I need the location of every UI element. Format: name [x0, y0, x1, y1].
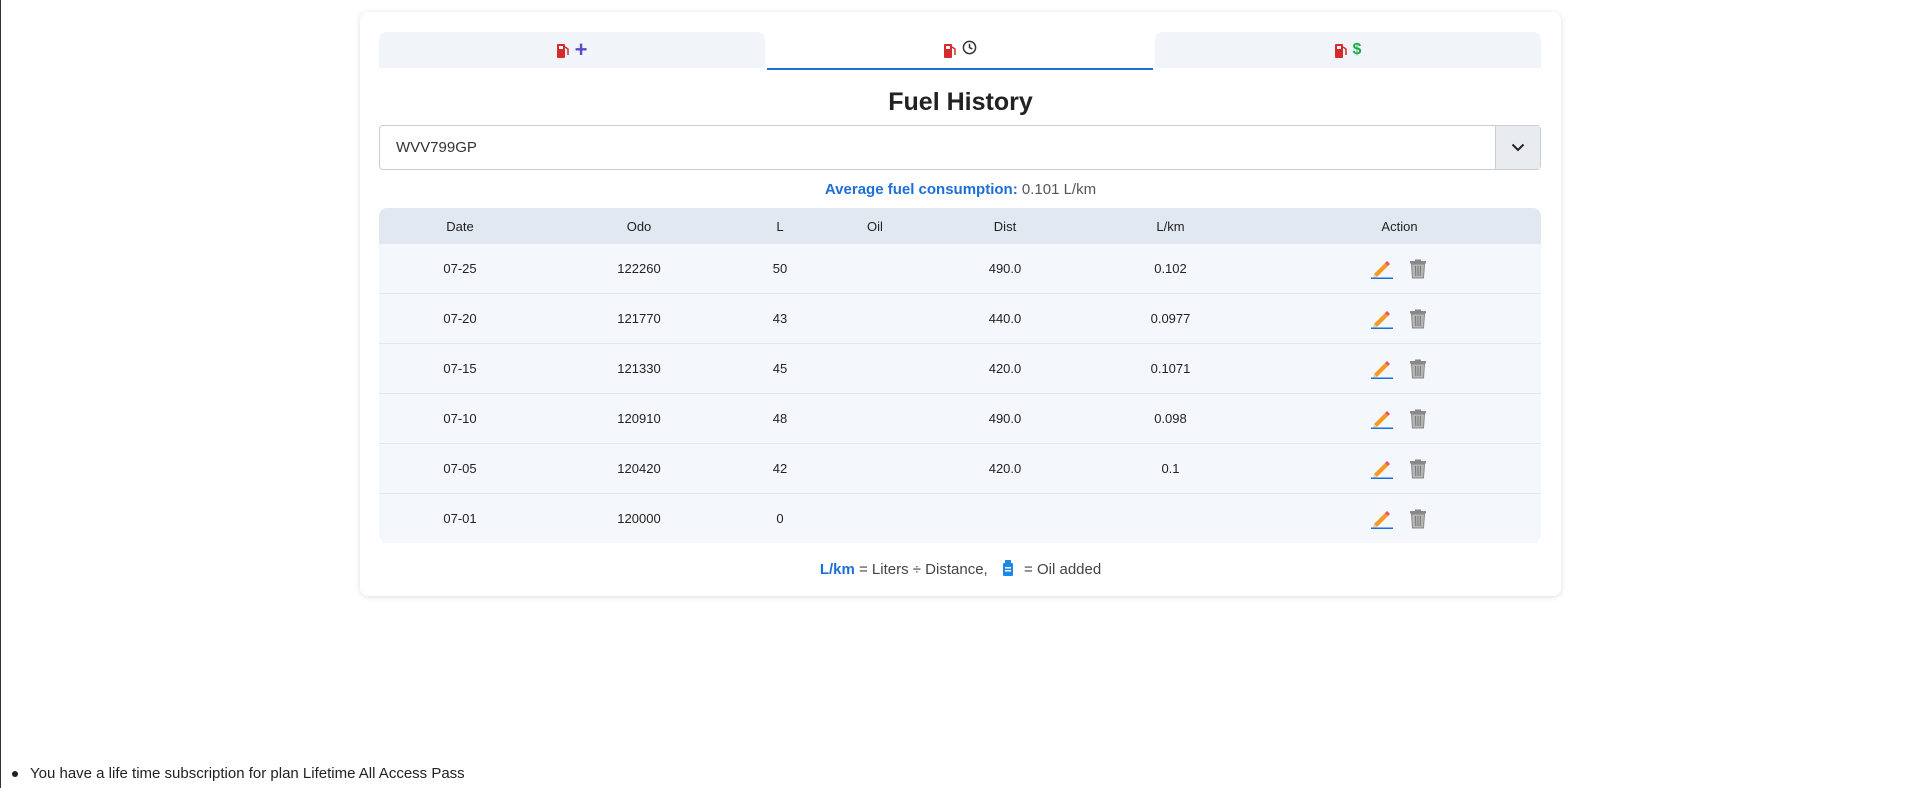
- fuel-pump-icon: [1334, 43, 1347, 58]
- left-border: [0, 0, 1, 788]
- cell-liters: 42: [772, 461, 788, 476]
- average-label: Average fuel consumption:: [824, 181, 1018, 198]
- header-dist: Dist: [993, 218, 1017, 234]
- table-row: 07-10 120910 48 490.0 0.098: [379, 394, 1541, 444]
- clock-icon: [962, 40, 977, 60]
- cell-date: 07-20: [443, 311, 477, 326]
- cell-dist: 420.0: [988, 361, 1022, 376]
- fuel-card: + $ Fuel History WVV799GP Average fuel c…: [360, 12, 1561, 596]
- header-action: Action: [1381, 218, 1418, 234]
- vehicle-select-value: WVV799GP: [396, 139, 477, 156]
- plus-icon: +: [574, 37, 588, 62]
- cell-lkm: 0.0977: [1150, 311, 1191, 326]
- trash-icon[interactable]: [1405, 357, 1431, 381]
- edit-pencil-icon[interactable]: [1369, 457, 1395, 481]
- cell-liters: 45: [772, 361, 788, 376]
- cell-dist: 440.0: [988, 311, 1022, 326]
- row-actions: [1258, 407, 1541, 431]
- average-consumption: Average fuel consumption: 0.101 L/km: [360, 181, 1561, 198]
- cell-date: 07-25: [443, 261, 477, 276]
- cell-odo: 121330: [617, 361, 661, 376]
- table-header: Date Odo L Oil Dist L/km Action: [379, 208, 1541, 244]
- row-actions: [1258, 257, 1541, 281]
- edit-pencil-icon[interactable]: [1369, 507, 1395, 531]
- vehicle-select[interactable]: WVV799GP: [379, 125, 1541, 170]
- header-odo: Odo: [626, 218, 652, 234]
- header-oil: Oil: [867, 218, 883, 234]
- tab-fuel-cost[interactable]: $: [1155, 32, 1541, 68]
- table-row: 07-25 122260 50 490.0 0.102: [379, 244, 1541, 294]
- tab-bar: + $: [379, 32, 1541, 80]
- cell-odo: 120000: [617, 511, 661, 526]
- cell-dist: 490.0: [988, 411, 1022, 426]
- edit-pencil-icon[interactable]: [1369, 357, 1395, 381]
- cell-liters: 48: [772, 411, 788, 426]
- cell-lkm: 0.1: [1161, 461, 1180, 476]
- cell-lkm: 0.102: [1154, 261, 1187, 276]
- cell-date: 07-10: [443, 411, 477, 426]
- trash-icon[interactable]: [1405, 307, 1431, 331]
- cell-dist: 490.0: [988, 261, 1022, 276]
- legend-oil-desc: = Oil added: [1024, 561, 1102, 578]
- header-date: Date: [446, 218, 474, 234]
- cell-dist: 420.0: [988, 461, 1022, 476]
- cell-date: 07-05: [443, 461, 477, 476]
- cell-odo: 120420: [617, 461, 661, 476]
- cell-date: 07-15: [443, 361, 477, 376]
- cell-liters: 0: [776, 511, 784, 526]
- table-row: 07-15 121330 45 420.0 0.1071: [379, 344, 1541, 394]
- cell-odo: 122260: [617, 261, 661, 276]
- legend-lkm-desc: = Liters ÷ Distance,: [859, 561, 988, 578]
- table-row: 07-01 120000 0: [379, 494, 1541, 543]
- edit-pencil-icon[interactable]: [1369, 257, 1395, 281]
- fuel-pump-icon: [943, 43, 956, 58]
- cell-odo: 120910: [617, 411, 661, 426]
- cell-odo: 121770: [617, 311, 661, 326]
- table-row: 07-05 120420 42 420.0 0.1: [379, 444, 1541, 494]
- chevron-down-icon[interactable]: [1495, 126, 1540, 169]
- fuel-history-table: Date Odo L Oil Dist L/km Action 07-25 122…: [379, 208, 1541, 543]
- row-actions: [1258, 357, 1541, 381]
- trash-icon[interactable]: [1405, 257, 1431, 281]
- page-title: Fuel History: [888, 88, 1033, 116]
- fuel-pump-icon: [556, 43, 569, 58]
- row-actions: [1258, 507, 1541, 531]
- dollar-icon: $: [1352, 41, 1362, 58]
- oil-can-icon: [1002, 560, 1014, 580]
- trash-icon[interactable]: [1405, 407, 1431, 431]
- cell-liters: 43: [772, 311, 788, 326]
- edit-pencil-icon[interactable]: [1369, 307, 1395, 331]
- cell-lkm: 0.1071: [1150, 361, 1191, 376]
- cell-date: 07-01: [443, 511, 477, 526]
- edit-pencil-icon[interactable]: [1369, 407, 1395, 431]
- legend: L/km = Liters ÷ Distance, = Oil added: [360, 560, 1561, 580]
- subscription-note: You have a life time subscription for pl…: [12, 765, 465, 782]
- row-actions: [1258, 307, 1541, 331]
- row-actions: [1258, 457, 1541, 481]
- trash-icon[interactable]: [1405, 457, 1431, 481]
- tab-add-fuel[interactable]: +: [379, 32, 765, 68]
- header-lkm: L/km: [1156, 218, 1185, 234]
- legend-lkm: L/km: [819, 561, 855, 578]
- tab-fuel-history[interactable]: [767, 32, 1153, 70]
- header-liters: L: [776, 218, 784, 234]
- cell-lkm: 0.098: [1154, 411, 1187, 426]
- trash-icon[interactable]: [1405, 507, 1431, 531]
- average-value: 0.101 L/km: [1021, 181, 1097, 198]
- cell-liters: 50: [772, 261, 788, 276]
- table-row: 07-20 121770 43 440.0 0.0977: [379, 294, 1541, 344]
